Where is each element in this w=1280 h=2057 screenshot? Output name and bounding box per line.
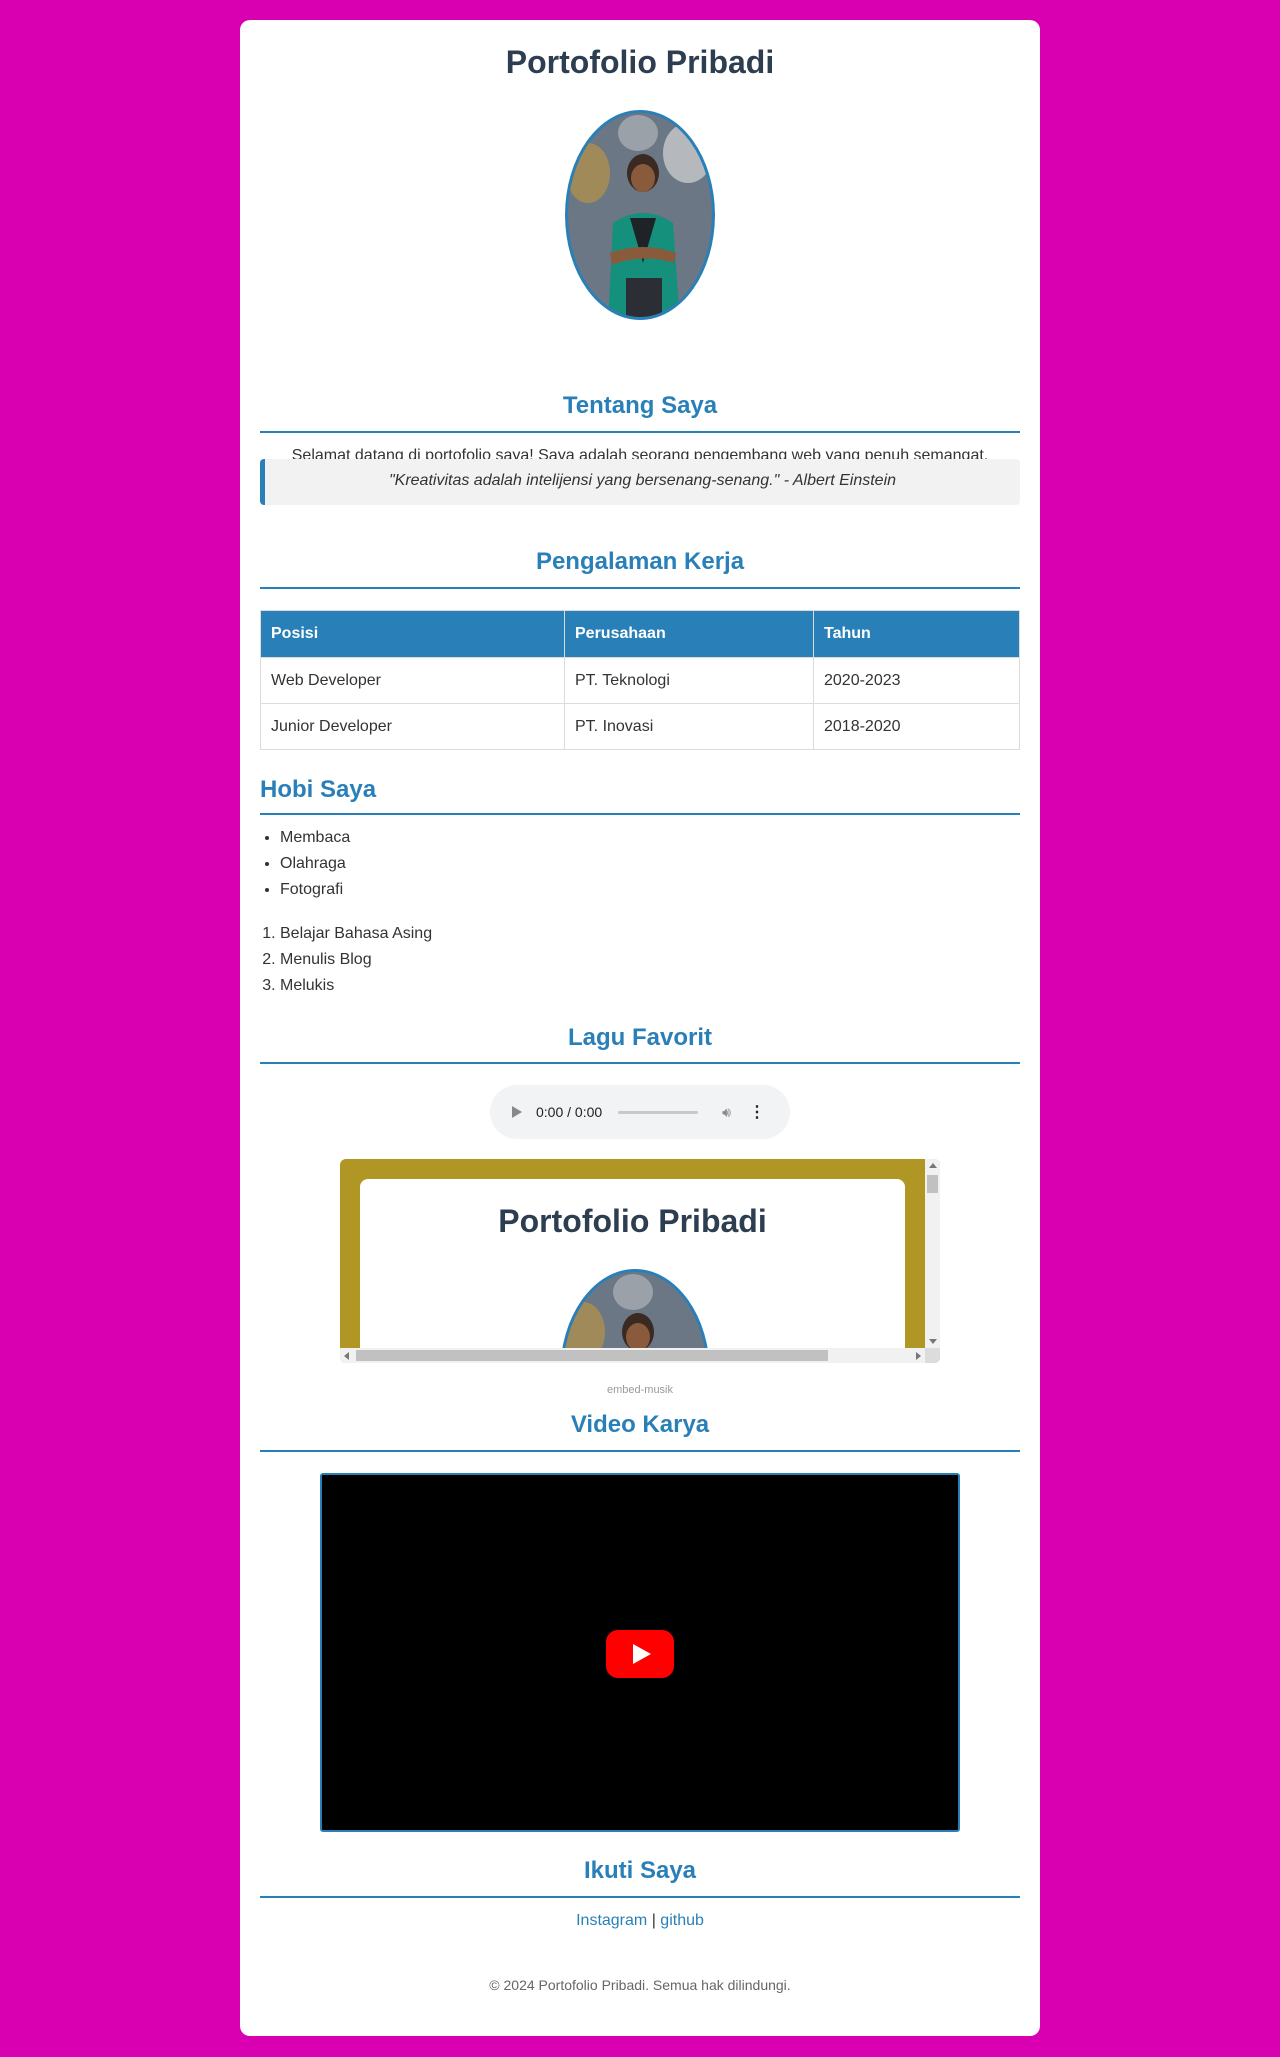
scroll-right-icon[interactable]	[916, 1352, 921, 1360]
column-header-posisi: Posisi	[260, 610, 565, 658]
instagram-link[interactable]: Instagram	[576, 1912, 647, 1929]
more-options-icon[interactable]: ⋮	[749, 1102, 765, 1122]
social-title: Ikuti Saya	[583, 1857, 697, 1884]
hobbies-title: Hobi Saya	[260, 776, 377, 803]
table-cell: 2018-2020	[813, 703, 1020, 750]
table-cell: Junior Developer	[260, 703, 565, 750]
list-item: Menulis Blog	[280, 947, 432, 973]
video-title: Video Karya	[570, 1411, 710, 1438]
goals-list: Belajar Bahasa Asing Menulis Blog Meluki…	[260, 921, 432, 999]
table-cell: Web Developer	[260, 657, 565, 704]
youtube-play-icon[interactable]	[606, 1630, 674, 1678]
music-embed-frame[interactable]: Portofolio Pribadi	[340, 1159, 940, 1363]
profile-photo-illustration	[568, 113, 712, 317]
youtube-video-embed[interactable]	[320, 1473, 960, 1832]
experience-divider	[260, 587, 1020, 589]
page-title: Portofolio Pribadi	[505, 44, 775, 80]
audio-time: 0:00 / 0:00	[536, 1104, 603, 1120]
table-cell: 2020-2023	[813, 657, 1020, 704]
link-separator: |	[651, 1912, 656, 1929]
embed-caption: embed-musik	[606, 1384, 674, 1396]
embed-page-card: Portofolio Pribadi	[360, 1179, 905, 1363]
table-cell: PT. Teknologi	[564, 657, 814, 704]
github-link[interactable]: github	[660, 1912, 704, 1929]
volume-icon[interactable]: 🔊︎	[722, 1104, 731, 1121]
scrollbar-corner	[925, 1348, 940, 1363]
list-item: Fotografi	[280, 877, 350, 903]
hobbies-list: Membaca Olahraga Fotografi	[260, 825, 350, 903]
social-divider	[260, 1896, 1020, 1898]
list-item: Membaca	[280, 825, 350, 851]
audio-progress-bar[interactable]	[618, 1110, 699, 1114]
table-header-row: Posisi Perusahaan Tahun	[260, 610, 1020, 658]
about-divider	[260, 431, 1020, 433]
scroll-left-icon[interactable]	[344, 1352, 349, 1360]
column-header-tahun: Tahun	[813, 610, 1020, 658]
footer-copyright: © 2024 Portofolio Pribadi. Semua hak dil…	[489, 1977, 791, 1993]
social-links: Instagram | github	[260, 1912, 1020, 1930]
list-item: Belajar Bahasa Asing	[280, 921, 432, 947]
quote-block: "Kreativitas adalah intelijensi yang ber…	[260, 459, 1020, 505]
list-item: Melukis	[280, 973, 432, 999]
embed-vertical-scrollbar[interactable]	[925, 1159, 940, 1348]
music-title: Lagu Favorit	[567, 1024, 712, 1051]
embed-page-title: Portofolio Pribadi	[498, 1203, 767, 1239]
audio-player[interactable]: 0:00 / 0:00 🔊︎ ⋮	[490, 1085, 790, 1139]
profile-photo	[565, 110, 715, 320]
hobbies-divider	[260, 813, 1020, 815]
experience-title: Pengalaman Kerja	[535, 548, 745, 575]
table-cell: PT. Inovasi	[564, 703, 814, 750]
about-title: Tentang Saya	[562, 392, 718, 419]
table-row: Web Developer PT. Teknologi 2020-2023	[260, 657, 1020, 704]
play-icon[interactable]	[512, 1106, 522, 1118]
portfolio-card: Portofolio Pribadi Tentang Saya Selamat …	[240, 20, 1040, 2036]
scroll-down-icon[interactable]	[929, 1339, 937, 1344]
experience-table: Posisi Perusahaan Tahun Web Developer PT…	[260, 610, 1020, 750]
horizontal-scroll-thumb[interactable]	[356, 1350, 828, 1361]
list-item: Olahraga	[280, 851, 350, 877]
video-divider	[260, 1450, 1020, 1452]
column-header-perusahaan: Perusahaan	[564, 610, 814, 658]
table-row: Junior Developer PT. Inovasi 2018-2020	[260, 703, 1020, 750]
scroll-up-icon[interactable]	[929, 1163, 937, 1168]
vertical-scroll-thumb[interactable]	[927, 1175, 938, 1193]
music-divider	[260, 1062, 1020, 1064]
embed-horizontal-scrollbar[interactable]	[340, 1348, 925, 1363]
